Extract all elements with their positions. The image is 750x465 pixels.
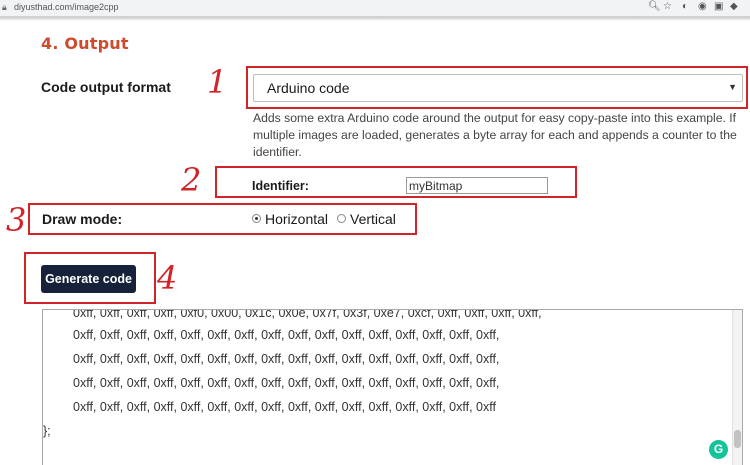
code-line: 0xff, 0xff, 0xff, 0xff, 0xf0, 0x00, 0x1c… <box>73 309 542 320</box>
annotation-number-1: 1 <box>207 63 228 101</box>
extension-icon[interactable]: ◐ <box>682 1 688 12</box>
code-line: 0xff, 0xff, 0xff, 0xff, 0xff, 0xff, 0xff… <box>73 376 500 390</box>
toolbar-shadow <box>0 17 750 21</box>
address-bar[interactable]: diyusthad.com/image2cpp <box>14 2 119 12</box>
code-closing: }; <box>43 424 51 438</box>
annotation-box-2 <box>215 166 577 198</box>
code-output-format-label: Code output format <box>41 79 171 95</box>
scrollbar-thumb[interactable] <box>734 430 741 448</box>
annotation-box-3 <box>28 203 417 235</box>
extension-icon[interactable]: ▣ <box>714 1 723 12</box>
code-line: 0xff, 0xff, 0xff, 0xff, 0xff, 0xff, 0xff… <box>73 352 500 366</box>
code-line: 0xff, 0xff, 0xff, 0xff, 0xff, 0xff, 0xff… <box>73 328 500 342</box>
code-output-textarea[interactable]: 0xff, 0xff, 0xff, 0xff, 0xf0, 0x00, 0x1c… <box>42 309 743 465</box>
grammarly-icon[interactable]: G <box>709 440 728 459</box>
code-line: 0xff, 0xff, 0xff, 0xff, 0xff, 0xff, 0xff… <box>73 400 496 414</box>
section-heading: 4. Output <box>41 34 129 53</box>
scrollbar[interactable] <box>732 310 742 465</box>
lock-icon: 🔒︎ <box>2 2 7 12</box>
annotation-number-2: 2 <box>181 161 202 199</box>
extension-icon[interactable]: ◆ <box>730 1 738 12</box>
annotation-number-4: 4 <box>157 259 178 297</box>
extension-icon[interactable]: ◉ <box>698 1 707 12</box>
star-icon[interactable]: ☆ <box>663 1 672 12</box>
annotation-box-1 <box>246 66 748 109</box>
annotation-box-4 <box>24 252 156 304</box>
code-output-help-text: Adds some extra Arduino code around the … <box>253 111 737 159</box>
annotation-number-3: 3 <box>6 201 27 239</box>
browser-toolbar: 🔒︎ diyusthad.com/image2cpp 🔍︎ ☆ ◐ ◉ ▣ ◆ <box>0 0 750 17</box>
search-icon[interactable]: 🔍︎ <box>648 1 661 12</box>
